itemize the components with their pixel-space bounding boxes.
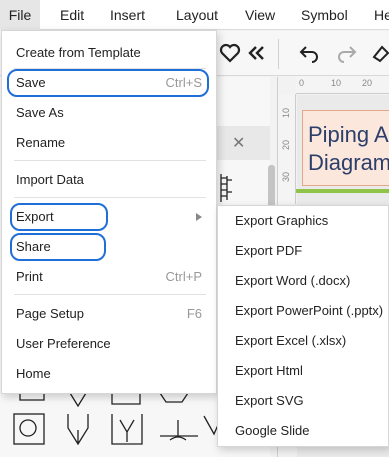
menu-item-label: Rename (16, 135, 66, 150)
save-highlight-outline (7, 69, 209, 97)
submenu-export-pdf[interactable]: Export PDF (218, 236, 389, 266)
redo-icon[interactable] (335, 41, 359, 65)
ruler-top: 0 10 20 (296, 76, 389, 94)
menu-item-rename[interactable]: Rename (2, 128, 218, 158)
toolbar-divider (278, 39, 279, 69)
menu-layout[interactable]: Layout (176, 0, 218, 30)
menu-item-shortcut: Ctrl+P (165, 269, 202, 284)
menu-item-label: Home (16, 366, 51, 381)
menu-item-home[interactable]: Home (2, 359, 218, 389)
menu-view[interactable]: View (245, 0, 275, 30)
export-submenu: Export Graphics Export PDF Export Word (… (217, 205, 389, 447)
export-highlight-outline (10, 203, 108, 231)
menu-item-import-data[interactable]: Import Data (2, 165, 218, 195)
menu-item-label: Page Setup (16, 306, 84, 321)
menu-item-page-setup[interactable]: Page Setup F6 (2, 299, 218, 329)
collapse-double-chevron-icon[interactable] (244, 41, 268, 65)
menu-bar: File Edit Insert Layout View Symbol He (0, 0, 389, 30)
ruler-tick: 10 (281, 107, 292, 119)
menu-file[interactable]: File (0, 0, 40, 30)
ruler-tick: 10 (331, 78, 342, 88)
menu-edit[interactable]: Edit (60, 0, 84, 30)
menu-item-label: User Preference (16, 336, 111, 351)
menu-item-label: Import Data (16, 172, 84, 187)
submenu-item-label: Google Slide (235, 423, 310, 438)
file-menu-dropdown: Create from Template Save Ctrl+S Save As… (1, 30, 217, 394)
ruler-tick: 30 (281, 171, 292, 183)
ladder-symbol-icon[interactable] (218, 172, 236, 204)
menu-item-user-preference[interactable]: User Preference (2, 329, 218, 359)
eraser-icon[interactable] (368, 41, 389, 65)
submenu-export-powerpoint[interactable]: Export PowerPoint (.pptx) (218, 296, 389, 326)
menu-item-print[interactable]: Print Ctrl+P (2, 262, 218, 292)
diagram-title-line2: Diagram (308, 150, 389, 175)
submenu-item-label: Export Excel (.xlsx) (235, 333, 347, 348)
submenu-item-label: Export Graphics (235, 213, 329, 228)
submenu-google-slide[interactable]: Google Slide (218, 416, 389, 446)
ruler-left: 10 20 30 (278, 94, 296, 204)
submenu-item-label: Export PDF (235, 243, 303, 258)
menu-divider (14, 294, 206, 295)
ruler-tick: 0 (299, 78, 305, 88)
undo-icon[interactable] (297, 41, 321, 65)
submenu-export-svg[interactable]: Export SVG (218, 386, 389, 416)
menu-divider (14, 160, 206, 161)
menu-item-label: Print (16, 269, 43, 284)
menu-item-save-as[interactable]: Save As (2, 98, 218, 128)
close-icon[interactable]: ✕ (232, 133, 245, 153)
diagram-title-line1: Piping A (308, 122, 389, 147)
ruler-tick: 20 (281, 139, 292, 151)
heart-icon[interactable] (218, 41, 242, 65)
submenu-item-label: Export Word (.docx) (235, 273, 351, 288)
menu-item-label: Create from Template (16, 45, 141, 60)
menu-help[interactable]: He (374, 0, 389, 30)
library-shapes (13, 392, 222, 446)
menu-item-shortcut: F6 (186, 306, 202, 321)
submenu-arrow-icon (196, 213, 202, 221)
submenu-export-word[interactable]: Export Word (.docx) (218, 266, 389, 296)
menu-symbol[interactable]: Symbol (301, 0, 348, 30)
menu-item-create-from-template[interactable]: Create from Template (2, 38, 218, 68)
submenu-item-label: Export SVG (235, 393, 304, 408)
menu-insert[interactable]: Insert (110, 0, 145, 30)
share-highlight-outline (10, 233, 106, 261)
submenu-export-html[interactable]: Export Html (218, 356, 389, 386)
submenu-export-graphics[interactable]: Export Graphics (218, 206, 389, 236)
menu-item-label: Save As (16, 105, 64, 120)
submenu-export-excel[interactable]: Export Excel (.xlsx) (218, 326, 389, 356)
accent-bar (296, 189, 389, 193)
submenu-item-label: Export PowerPoint (.pptx) (235, 303, 384, 318)
ruler-tick: 20 (362, 78, 373, 88)
menu-divider (14, 197, 206, 198)
submenu-item-label: Export Html (235, 363, 303, 378)
